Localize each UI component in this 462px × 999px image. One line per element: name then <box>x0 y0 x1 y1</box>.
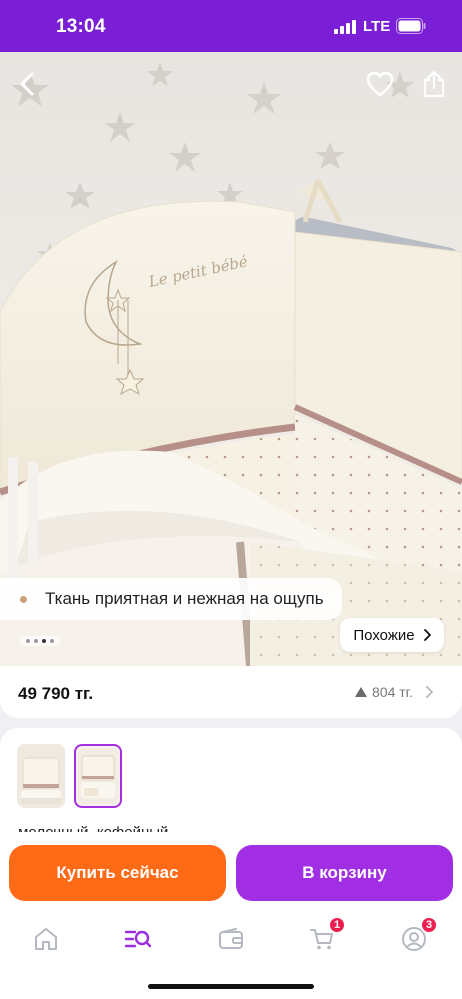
add-to-cart-button[interactable]: В корзину <box>236 845 453 901</box>
back-button[interactable] <box>8 64 48 104</box>
buy-now-button[interactable]: Купить сейчас <box>9 845 226 901</box>
share-button[interactable] <box>414 64 454 104</box>
bottom-action-bar: Купить сейчас В корзину 1 3 <box>0 832 462 999</box>
favorite-button[interactable] <box>360 64 400 104</box>
tab-cart[interactable]: 1 <box>300 916 346 956</box>
network-label: LTE <box>363 18 391 35</box>
variant-thumbnail-image <box>78 748 118 804</box>
variant-thumbnail[interactable] <box>17 744 65 808</box>
pagination-dot <box>26 639 30 643</box>
bullet-icon <box>20 595 27 603</box>
product-image-gallery[interactable]: Le petit bébé Ткань приятная и нежная на… <box>0 52 462 666</box>
battery-icon <box>396 18 426 34</box>
status-bar: 13:04 LTE <box>0 0 462 52</box>
status-time: 13:04 <box>56 16 106 37</box>
catalog-search-icon <box>124 930 152 948</box>
pagination-dot-active <box>42 639 46 643</box>
triangle-up-icon <box>355 687 367 697</box>
product-price: 49 790 тг. <box>18 684 94 703</box>
tab-profile[interactable]: 3 <box>392 916 438 956</box>
chevron-right-icon <box>423 629 431 641</box>
price-delta: 804 тг. <box>372 684 413 700</box>
home-indicator <box>148 984 314 989</box>
product-photo: Le petit bébé <box>0 52 462 666</box>
price-history-link[interactable]: 804 тг. <box>354 684 433 700</box>
gallery-pagination <box>20 636 60 646</box>
heart-icon <box>366 71 394 97</box>
variant-thumbnail-selected[interactable] <box>74 744 122 808</box>
profile-badge: 3 <box>420 916 438 934</box>
feature-highlight: Ткань приятная и нежная на ощупь <box>0 578 342 620</box>
tab-catalog[interactable] <box>116 922 160 956</box>
pagination-dot <box>50 639 54 643</box>
feature-text: Ткань приятная и нежная на ощупь <box>45 589 324 608</box>
tab-wallet[interactable] <box>209 922 253 956</box>
signal-icon <box>334 20 356 34</box>
cart-badge: 1 <box>328 916 346 934</box>
tab-home[interactable] <box>24 922 68 956</box>
share-icon <box>423 70 445 98</box>
tab-bar: 1 3 <box>0 912 462 960</box>
similar-products-button[interactable]: Похожие <box>340 618 444 652</box>
variant-selector: молочный, кофейный <box>0 728 462 848</box>
variant-thumbnail-image <box>17 744 65 808</box>
home-icon <box>35 928 57 950</box>
back-arrow-icon <box>20 72 34 96</box>
wallet-icon <box>219 928 243 949</box>
chevron-right-icon <box>426 686 433 698</box>
price-section: 49 790 тг. 804 тг. <box>0 666 462 718</box>
similar-label: Похожие <box>353 626 415 644</box>
pagination-dot <box>34 639 38 643</box>
